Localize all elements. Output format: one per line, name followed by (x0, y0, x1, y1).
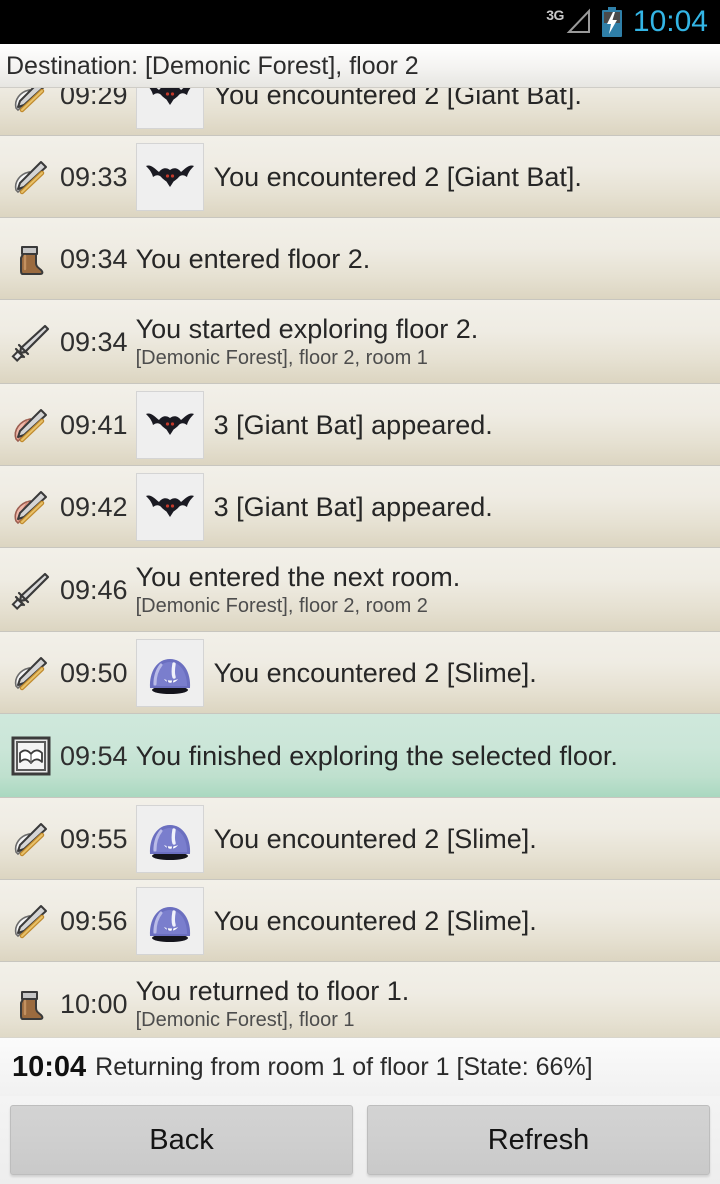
log-row[interactable]: 09:33 You encountered 2 [Giant Bat]. (0, 136, 720, 218)
sword-icon (8, 319, 54, 365)
event-log-list[interactable]: 09:29 You encountered 2 [Giant Bat]. 09:33… (0, 88, 720, 1037)
sword-white-feather-icon (8, 88, 54, 118)
log-row[interactable]: 10:00 You returned to floor 1. [Demonic Fo… (0, 962, 720, 1037)
log-row[interactable]: 09:56 You encountered 2 [Slime]. (0, 880, 720, 962)
log-row[interactable]: 09:34 You started exploring floor 2. [Demo… (0, 300, 720, 384)
sword-white-feather-icon (8, 816, 54, 862)
log-row-text: You encountered 2 [Slime]. (214, 905, 720, 937)
status-bar-clock: 10:04 (632, 5, 708, 38)
log-row-time: 09:29 (60, 88, 128, 110)
log-row-time: 09:42 (60, 491, 128, 522)
log-row-message: 3 [Giant Bat] appeared. (213, 409, 493, 440)
log-row[interactable]: 09:46 You entered the next room. [Demonic … (0, 548, 720, 632)
signal-triangle-icon (565, 7, 591, 42)
giant-bat-thumb (135, 88, 204, 129)
log-row[interactable]: 09:42 3 [Giant Bat] appeared. (0, 466, 720, 548)
bottom-panel: 10:04 Returning from room 1 of floor 1 [… (0, 1037, 720, 1184)
log-row-text: You started exploring floor 2. [Demonic F… (136, 313, 720, 370)
log-row-sublabel: [Demonic Forest], floor 1 (135, 1009, 355, 1031)
log-row[interactable]: 09:41 3 [Giant Bat] appeared. (0, 384, 720, 466)
sword-white-feather-icon (8, 898, 54, 944)
refresh-button-label: Refresh (487, 1124, 590, 1156)
current-status-line: 10:04 Returning from room 1 of floor 1 [… (0, 1038, 720, 1096)
sword-icon (8, 567, 54, 613)
giant-bat-thumb (135, 390, 204, 459)
slime-thumb (135, 638, 204, 707)
log-row-time: 09:34 (60, 243, 128, 274)
refresh-button[interactable]: Refresh (367, 1105, 710, 1175)
log-row-message: You encountered 2 [Giant Bat]. (213, 88, 582, 110)
app-root: 3G 10:04 Destination: [Demonic Forest], … (0, 0, 720, 1184)
log-row[interactable]: 09:50 You encountered 2 [Slime]. (0, 632, 720, 714)
log-row-text: You returned to floor 1. [Demonic Forest]… (136, 975, 720, 1032)
log-row-message: You encountered 2 [Slime]. (213, 823, 537, 854)
log-row-text: You entered the next room. [Demonic Fores… (136, 561, 720, 618)
button-bar: Back Refresh (0, 1096, 720, 1184)
log-row-time: 09:56 (60, 905, 128, 936)
current-status-text: Returning from room 1 of floor 1 [State:… (95, 1053, 593, 1081)
slime-thumb (135, 804, 204, 873)
log-row-time: 10:00 (60, 988, 128, 1019)
log-row-text: 3 [Giant Bat] appeared. (214, 491, 720, 523)
log-row-message: 3 [Giant Bat] appeared. (213, 491, 493, 522)
log-row-sublabel: [Demonic Forest], floor 2, room 2 (135, 595, 428, 617)
log-row-text: You finished exploring the selected floo… (136, 740, 720, 772)
sword-white-feather-icon (8, 154, 54, 200)
boot-icon (8, 981, 54, 1027)
log-row-time: 09:46 (60, 574, 128, 605)
destination-header: Destination: [Demonic Forest], floor 2 (0, 44, 720, 88)
slime-thumb (135, 886, 204, 955)
log-row-text: You encountered 2 [Slime]. (214, 657, 720, 689)
giant-bat-thumb (135, 472, 204, 541)
log-row-text: You encountered 2 [Giant Bat]. (214, 161, 720, 193)
log-row-text: You encountered 2 [Giant Bat]. (214, 88, 720, 111)
sword-red-feather-icon (8, 484, 54, 530)
network-type-label: 3G (546, 7, 564, 23)
log-row[interactable]: 09:29 You encountered 2 [Giant Bat]. (0, 88, 720, 136)
log-row-sublabel: [Demonic Forest], floor 2, room 1 (135, 347, 428, 369)
destination-label: Destination: [Demonic Forest], floor 2 (6, 51, 419, 80)
giant-bat-thumb (135, 142, 204, 211)
log-row-time: 09:34 (60, 326, 128, 357)
log-row[interactable]: 09:34 You entered floor 2. (0, 218, 720, 300)
book-icon (8, 733, 54, 779)
log-row-time: 09:50 (60, 657, 128, 688)
log-row-message: You encountered 2 [Giant Bat]. (213, 161, 582, 192)
battery-charging-icon (601, 7, 623, 37)
log-row[interactable]: 09:54 You finished exploring the selected… (0, 714, 720, 798)
log-row-message: You entered the next room. (135, 562, 461, 592)
boot-icon (8, 236, 54, 282)
log-row-message: You started exploring floor 2. (135, 314, 479, 344)
log-row[interactable]: 09:55 You encountered 2 [Slime]. (0, 798, 720, 880)
current-status-time: 10:04 (12, 1051, 87, 1083)
log-row-text: You entered floor 2. (136, 243, 720, 275)
log-row-message: You finished exploring the selected floo… (135, 740, 618, 771)
log-row-message: You encountered 2 [Slime]. (213, 657, 537, 688)
sword-red-feather-icon (8, 402, 54, 448)
network-status: 3G (546, 7, 591, 37)
log-row-message: You returned to floor 1. (135, 976, 410, 1006)
system-status-bar: 3G 10:04 (0, 0, 720, 44)
back-button[interactable]: Back (10, 1105, 353, 1175)
log-row-time: 09:33 (60, 161, 128, 192)
log-row-message: You encountered 2 [Slime]. (213, 905, 537, 936)
sword-white-feather-icon (8, 650, 54, 696)
log-row-text: 3 [Giant Bat] appeared. (214, 409, 720, 441)
log-row-text: You encountered 2 [Slime]. (214, 823, 720, 855)
back-button-label: Back (149, 1124, 214, 1156)
log-row-time: 09:55 (60, 823, 128, 854)
log-row-time: 09:41 (60, 409, 128, 440)
log-row-time: 09:54 (60, 740, 128, 771)
log-row-message: You entered floor 2. (135, 243, 371, 274)
